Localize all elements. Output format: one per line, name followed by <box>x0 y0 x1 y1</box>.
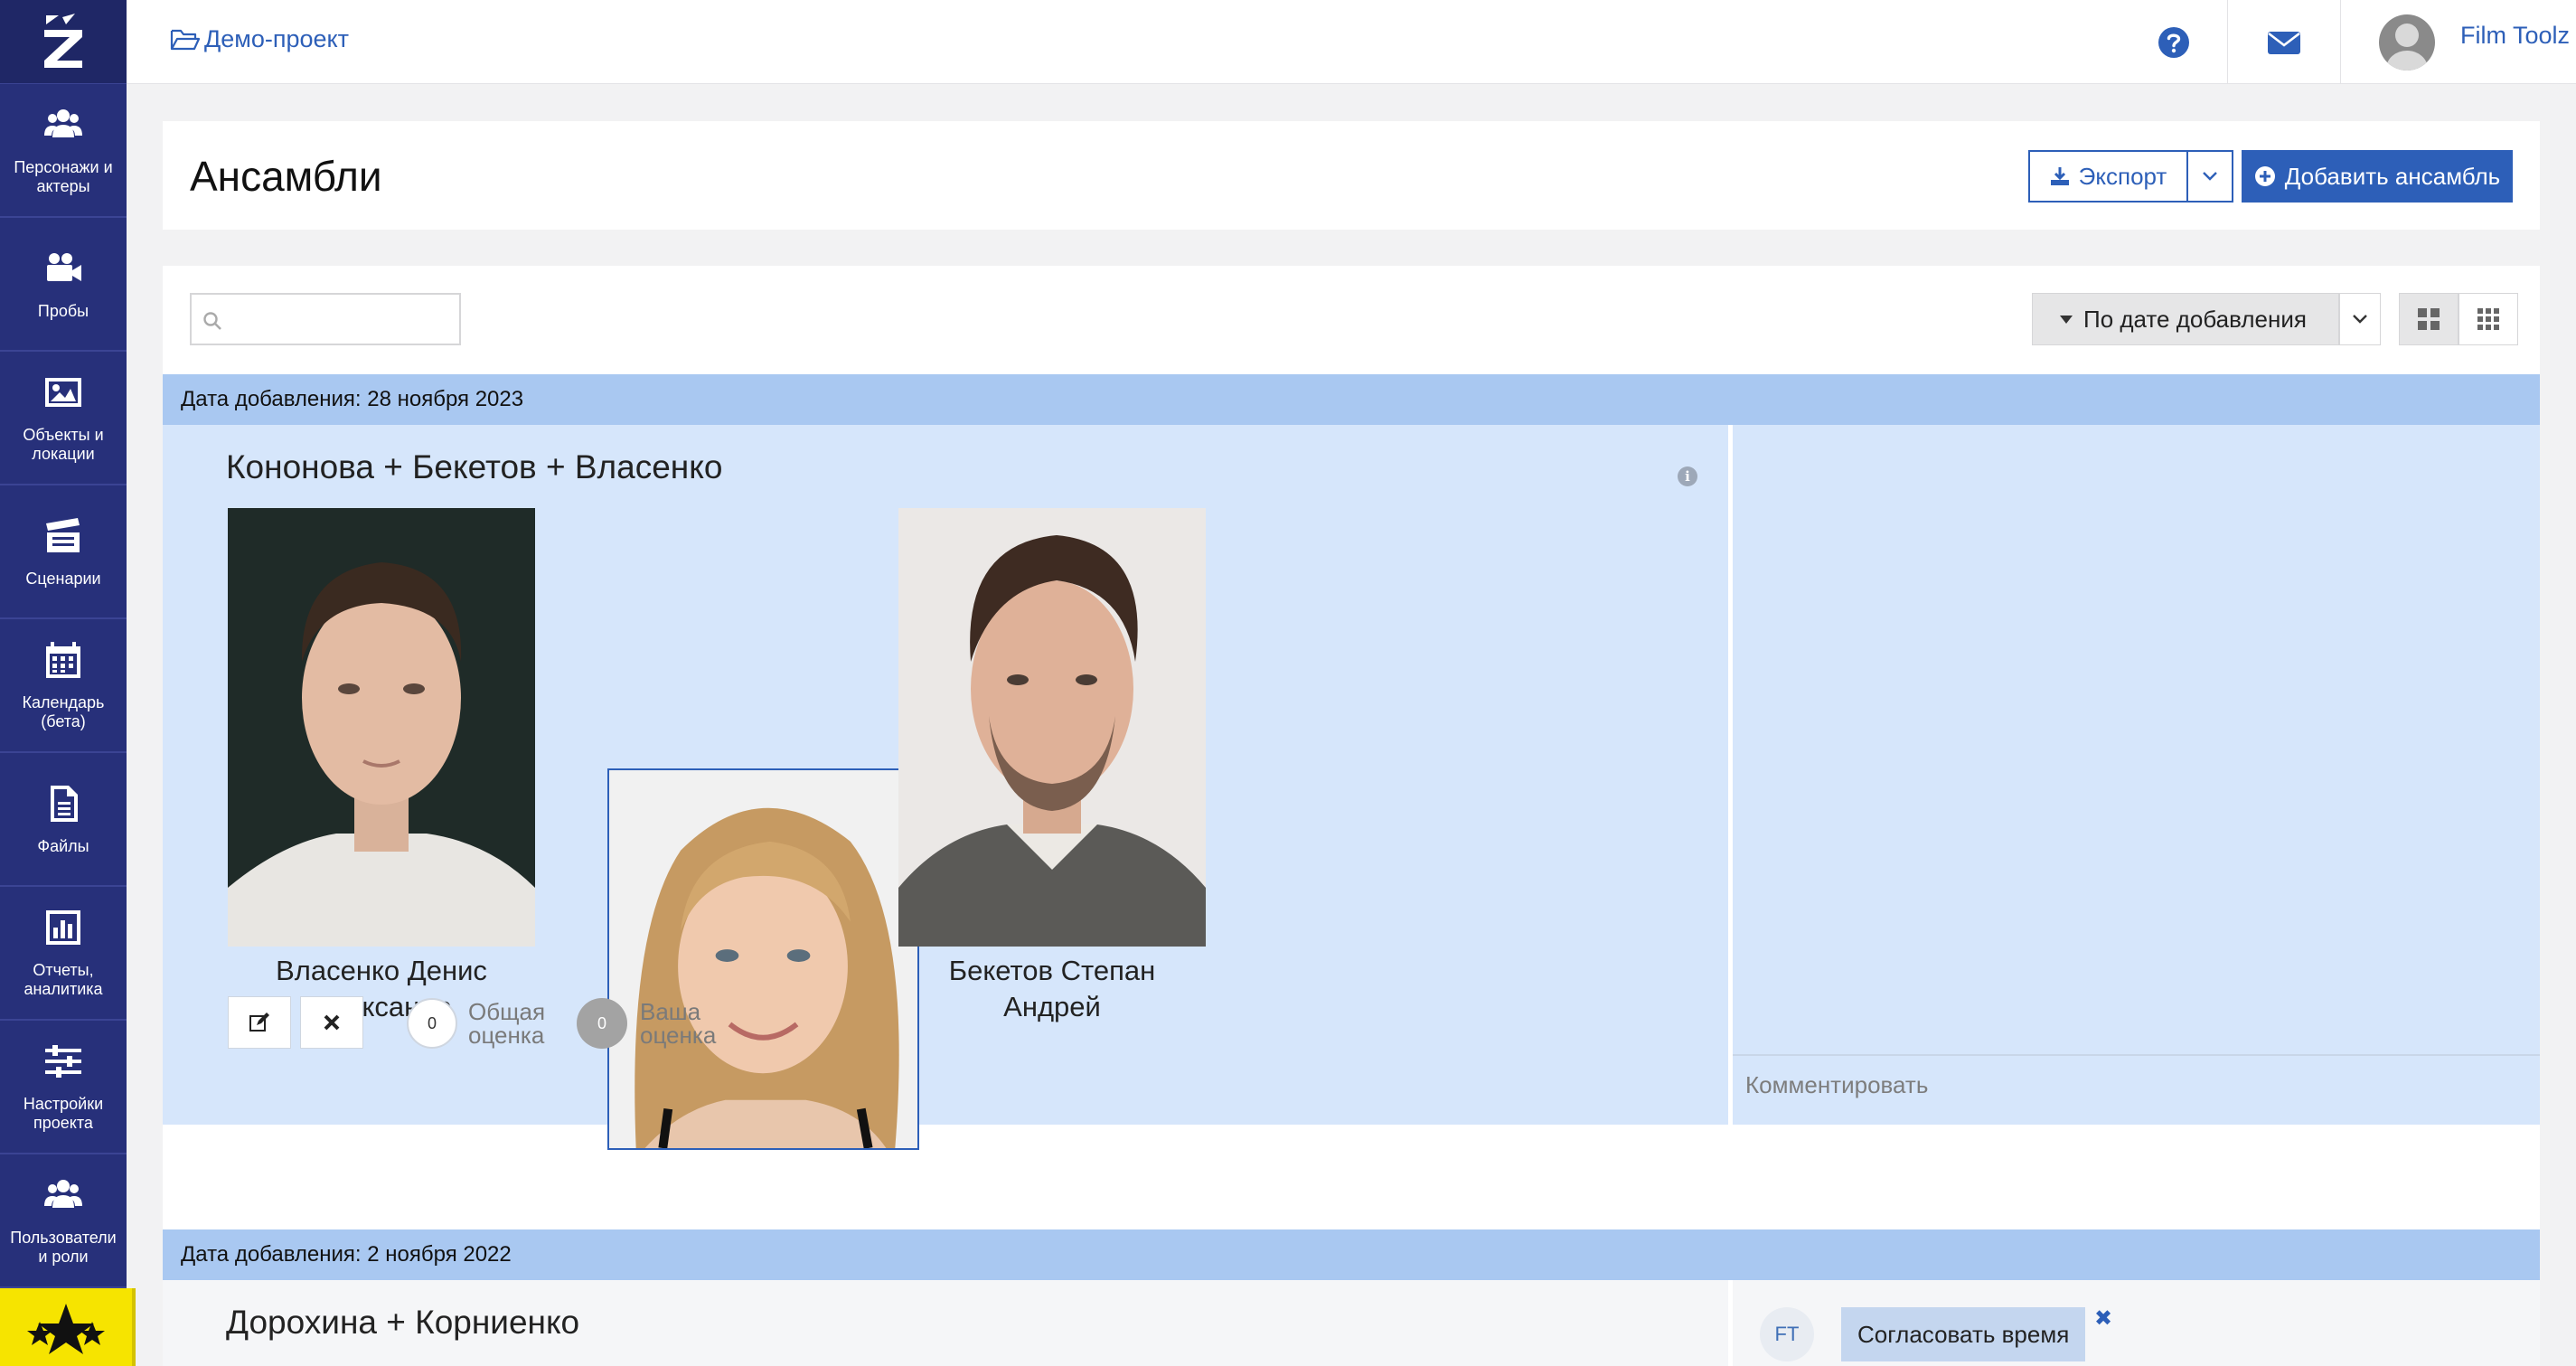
page-title: Ансамбли <box>190 153 382 200</box>
actor-photo[interactable] <box>898 508 1206 947</box>
ensemble-card: Дорохина + Корниенко <box>163 1280 1728 1366</box>
search-input[interactable] <box>190 293 461 345</box>
breadcrumb-project: Демо-проект <box>204 25 350 52</box>
edit-icon <box>249 1013 269 1032</box>
author-badge: FT <box>1760 1307 1814 1361</box>
add-ensemble-label: Добавить ансамбль <box>2284 162 2501 190</box>
comment-chip: Согласовать время <box>1841 1307 2086 1361</box>
chevron-down-icon <box>2203 172 2217 181</box>
edit-button[interactable] <box>228 996 291 1049</box>
download-icon <box>2050 167 2069 185</box>
comments-panel: FT Согласовать время ✖ <box>1733 1280 2540 1366</box>
view-large-grid-button[interactable] <box>2399 293 2458 345</box>
actor-photo[interactable] <box>607 768 919 1150</box>
sidebar-item[interactable]: Персонажи и актеры <box>0 84 127 218</box>
z-logo-icon <box>44 14 82 68</box>
avatar <box>2379 14 2435 71</box>
delete-button[interactable] <box>300 996 363 1049</box>
search-icon <box>203 312 221 330</box>
sidebar-item-label: Объекты и локации <box>23 426 104 463</box>
bar-chart-icon <box>42 907 84 948</box>
comments-panel: Комментировать <box>1733 425 2540 1125</box>
sidebar-item-label: Сценарии <box>25 569 101 588</box>
actor-portrait-image <box>228 508 535 947</box>
sidebar-item[interactable]: Пробы <box>0 218 127 352</box>
group-date-bar: Дата добавления: 28 ноября 2023 <box>163 374 2540 425</box>
actor-name-primary: Бекетов Степан <box>948 955 1156 986</box>
image-icon <box>42 372 84 413</box>
ensembles-panel: По дате добавления Дата добавления: 28 н… <box>163 266 2540 1366</box>
remove-comment-icon[interactable]: ✖ <box>2094 1305 2112 1332</box>
info-icon[interactable]: i <box>1678 466 1697 486</box>
sidebar: Персонажи и актеры Пробы Объекты и локации… <box>0 0 127 1366</box>
sort-label: По дате добавления <box>2083 305 2307 333</box>
video-camera-icon <box>42 248 84 289</box>
grid-large-icon <box>2418 308 2440 330</box>
your-score[interactable]: 0 <box>577 998 627 1049</box>
sidebar-item[interactable]: Настройки проекта <box>0 1021 127 1154</box>
breadcrumb[interactable]: Демо-проект <box>170 25 349 53</box>
page-header: Ансамбли Экспорт Добавить ансамбль <box>163 121 2540 230</box>
overall-score: 0 <box>407 998 457 1049</box>
app-logo[interactable] <box>0 0 127 84</box>
sort-caret-button[interactable] <box>2339 293 2381 345</box>
actor-name: Бекетов Степан Андрей <box>898 953 1206 1025</box>
ensemble-title[interactable]: Кононова + Бекетов + Власенко <box>226 448 722 486</box>
overall-score-label: Общая оценка <box>468 998 546 1049</box>
comment-input[interactable]: Комментировать <box>1733 1054 2540 1114</box>
sidebar-item-label: Календарь (бета) <box>22 693 105 730</box>
users-icon <box>42 1174 84 1216</box>
sidebar-item[interactable]: Объекты и локации <box>0 352 127 485</box>
sidebar-item[interactable]: Календарь (бета) <box>0 619 127 753</box>
sidebar-item-label: Файлы <box>37 836 89 855</box>
sidebar-item-label: Пробы <box>37 301 89 320</box>
actor-portrait-image <box>898 508 1206 947</box>
close-icon <box>324 1014 340 1031</box>
sidebar-item[interactable]: Сценарии <box>0 485 127 619</box>
actor-portrait-image <box>609 770 917 1148</box>
export-button[interactable]: Экспорт <box>2028 150 2186 203</box>
sliders-icon <box>42 1041 84 1082</box>
actor-photo[interactable] <box>228 508 535 947</box>
sort-triangle-icon <box>2060 315 2073 324</box>
user-menu[interactable]: Film Toolz <box>2341 0 2576 84</box>
sidebar-item-label: Настройки проекта <box>23 1095 104 1132</box>
export-dropdown-button[interactable] <box>2186 150 2233 203</box>
add-ensemble-button[interactable]: Добавить ансамбль <box>2242 150 2513 203</box>
calendar-icon <box>42 639 84 681</box>
sidebar-item[interactable]: Отчеты, аналитика <box>0 887 127 1021</box>
sidebar-item-label: Пользователи и роли <box>10 1229 117 1266</box>
messages-button[interactable] <box>2228 0 2341 84</box>
your-score-label: Ваша оценка <box>640 998 717 1049</box>
actor-name-role: Андрей <box>1003 991 1101 1022</box>
user-name: Film Toolz <box>2460 22 2571 49</box>
view-small-grid-button[interactable] <box>2458 293 2518 345</box>
clapperboard-icon <box>42 515 84 557</box>
grid-small-icon <box>2477 308 2499 330</box>
stars-icon <box>27 1304 105 1354</box>
sort-dropdown[interactable]: По дате добавления <box>2032 293 2339 345</box>
topbar: Демо-проект Film Toolz <box>127 0 2576 84</box>
sidebar-item[interactable]: Файлы <box>0 753 127 887</box>
envelope-icon <box>2268 31 2300 54</box>
question-circle-icon <box>2158 26 2189 58</box>
plus-circle-icon <box>2254 166 2275 186</box>
chevron-down-icon <box>2353 315 2367 324</box>
sidebar-item-label: Отчеты, аналитика <box>24 961 103 998</box>
ensemble-title[interactable]: Дорохина + Корниенко <box>226 1304 579 1342</box>
group-date-bar: Дата добавления: 2 ноября 2022 <box>163 1229 2540 1280</box>
help-button[interactable] <box>2120 0 2228 84</box>
favorites-tile[interactable] <box>0 1288 136 1366</box>
users-icon <box>42 104 84 146</box>
actor-name-primary: Власенко Денис <box>276 955 487 986</box>
sidebar-item[interactable]: Пользователи и роли <box>0 1154 127 1288</box>
ensemble-card: Кононова + Бекетов + Власенко i Власенко… <box>163 425 1728 1150</box>
file-icon <box>42 783 84 824</box>
folder-open-icon <box>170 29 201 50</box>
sidebar-item-label: Персонажи и актеры <box>14 158 113 195</box>
export-label: Экспорт <box>2078 162 2167 190</box>
